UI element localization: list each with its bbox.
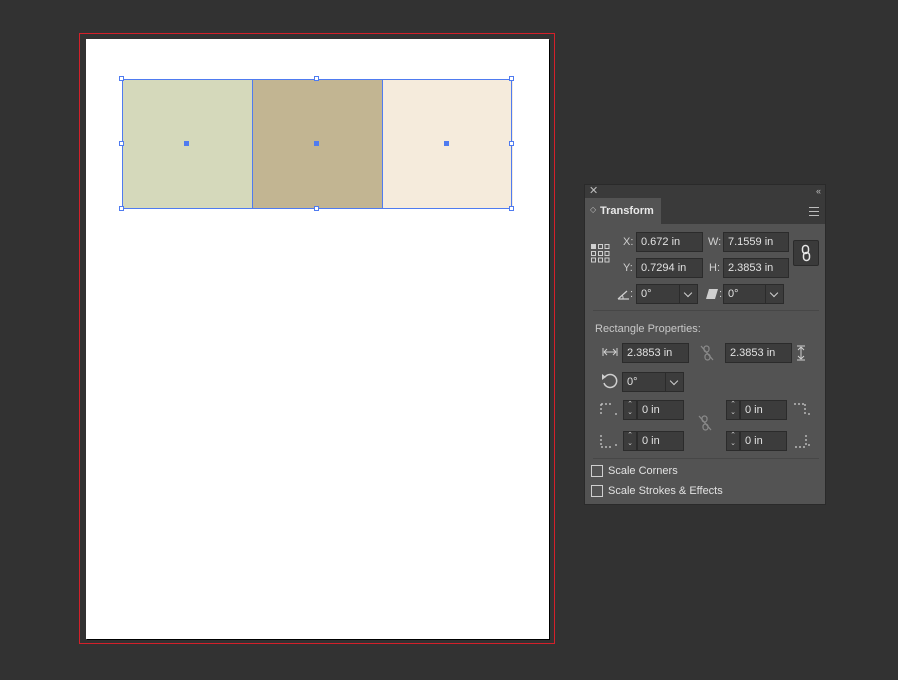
rect-width-field[interactable]: 2.3853 in	[622, 343, 689, 363]
corner-top-right-icon	[794, 403, 810, 416]
chain-link-icon	[801, 244, 811, 262]
unlinked-corners-icon[interactable]	[698, 415, 712, 431]
corner-top-left-icon	[600, 403, 617, 416]
rect-rotate-field[interactable]: 0°	[622, 372, 666, 392]
resize-handle-top-left[interactable]	[119, 76, 124, 81]
scale-strokes-checkbox[interactable]	[591, 485, 603, 497]
corner-tl-stepper[interactable]: ⌃ ⌄	[623, 400, 637, 420]
constrain-proportions-button[interactable]	[793, 240, 819, 266]
width-arrow-icon	[602, 348, 618, 356]
panel-title-strip: ✕ ‹‹	[585, 185, 825, 198]
tab-grip-icon: ◇	[590, 205, 597, 214]
tab-transform[interactable]: ◇ Transform	[585, 198, 661, 224]
resize-handle-top-right[interactable]	[509, 76, 514, 81]
width-field[interactable]: 7.1559 in	[723, 232, 789, 252]
rotate-field[interactable]: 0°	[636, 284, 680, 304]
resize-handle-bottom-right[interactable]	[509, 206, 514, 211]
w-label: W:	[708, 236, 722, 248]
x-position-field[interactable]: 0.672 in	[636, 232, 703, 252]
corner-bl-field[interactable]: 0 in	[637, 431, 684, 451]
double-chevron-icon[interactable]: ‹‹	[816, 185, 821, 198]
rotate-angle-icon	[617, 290, 629, 300]
resize-handle-bottom-left[interactable]	[119, 206, 124, 211]
center-point[interactable]	[314, 141, 319, 146]
rect-height-field[interactable]: 2.3853 in	[725, 343, 792, 363]
shear-label: :	[719, 288, 723, 300]
rotate-dropdown[interactable]	[680, 284, 698, 304]
corner-bl-stepper[interactable]: ⌃ ⌄	[623, 431, 637, 451]
tab-label: Transform	[600, 205, 654, 217]
shear-field[interactable]: 0°	[723, 284, 766, 304]
shear-dropdown[interactable]	[766, 284, 784, 304]
rotate-ccw-icon	[602, 373, 618, 389]
shear-icon	[706, 289, 718, 299]
selection-divider	[252, 79, 253, 209]
hamburger-menu-icon[interactable]	[809, 207, 819, 216]
panel-tabbar: ◇ Transform	[585, 198, 825, 224]
rectangle-properties-title: Rectangle Properties:	[595, 323, 701, 335]
resize-handle-top[interactable]	[314, 76, 319, 81]
corner-bottom-right-icon	[795, 435, 810, 448]
resize-handle-right[interactable]	[509, 141, 514, 146]
rect-rotate-dropdown[interactable]	[666, 372, 684, 392]
corner-bottom-left-icon	[600, 435, 617, 448]
scale-corners-label: Scale Corners	[608, 465, 678, 477]
close-icon[interactable]: ✕	[589, 185, 598, 198]
corner-br-field[interactable]: 0 in	[740, 431, 787, 451]
y-label: Y:	[623, 262, 633, 274]
transform-panel: ✕ ‹‹ ◇ Transform X: 0.672 in W: 7.1559 i…	[584, 184, 826, 505]
center-point[interactable]	[444, 141, 449, 146]
center-point[interactable]	[184, 141, 189, 146]
x-label: X:	[623, 236, 634, 248]
y-position-field[interactable]: 0.7294 in	[636, 258, 703, 278]
rotate-label: :	[630, 288, 634, 300]
divider	[593, 458, 819, 459]
corner-tl-field[interactable]: 0 in	[637, 400, 684, 420]
corner-tr-stepper[interactable]: ⌃ ⌄	[726, 400, 740, 420]
resize-handle-bottom[interactable]	[314, 206, 319, 211]
divider	[593, 310, 819, 311]
resize-handle-left[interactable]	[119, 141, 124, 146]
unlinked-chain-icon[interactable]	[700, 345, 714, 361]
scale-corners-checkbox[interactable]	[591, 465, 603, 477]
corner-br-stepper[interactable]: ⌃ ⌄	[726, 431, 740, 451]
scale-strokes-label: Scale Strokes & Effects	[608, 485, 723, 497]
height-field[interactable]: 2.3853 in	[723, 258, 789, 278]
h-label: H:	[709, 262, 720, 274]
selection-divider	[382, 79, 383, 209]
corner-tr-field[interactable]: 0 in	[740, 400, 787, 420]
height-arrow-icon	[797, 345, 805, 361]
reference-point-icon[interactable]	[590, 243, 610, 263]
